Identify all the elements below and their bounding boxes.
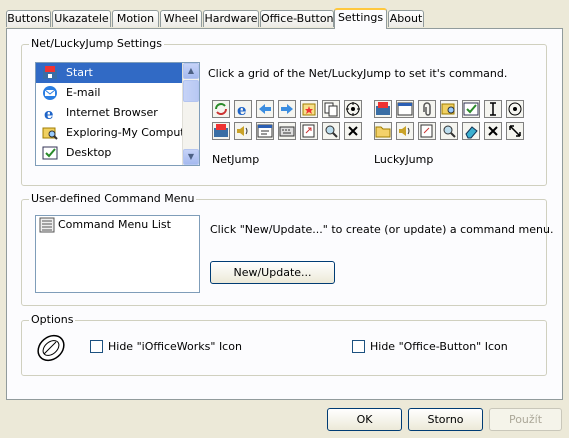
svg-text:e: e xyxy=(237,101,247,117)
paperclip-icon[interactable] xyxy=(418,100,436,118)
list-item-label: Start xyxy=(66,66,93,79)
email-icon xyxy=(42,85,58,101)
start-icon[interactable] xyxy=(374,100,392,118)
search-icon[interactable] xyxy=(322,122,340,140)
desktop-icon xyxy=(42,145,58,161)
close-icon[interactable] xyxy=(344,122,362,140)
start-icon xyxy=(42,65,58,81)
window-icon[interactable] xyxy=(396,100,414,118)
listbox-scrollbar[interactable]: ▲ ▼ xyxy=(182,63,199,165)
options-group-title: Options xyxy=(29,313,76,326)
tab-office-button[interactable]: Office-Button xyxy=(260,10,334,27)
text-cursor-icon[interactable] xyxy=(484,100,502,118)
tab-ukazatele[interactable]: Ukazatele xyxy=(52,10,111,27)
list-item-exploring[interactable]: Exploring-My Computer xyxy=(36,123,199,143)
command-menu-instruction: Click "New/Update..." to create (or upda… xyxy=(210,223,554,236)
target-icon[interactable] xyxy=(344,100,362,118)
list-item-label: Exploring-My Computer xyxy=(66,126,196,139)
netlucky-group-title: Net/LuckyJump Settings xyxy=(29,37,164,50)
list-item-label: E-mail xyxy=(66,86,101,99)
window-icon[interactable] xyxy=(256,122,274,140)
refresh-icon[interactable] xyxy=(212,100,230,118)
luckyjump-label: LuckyJump xyxy=(374,153,434,166)
luckyjump-grid xyxy=(374,100,530,144)
scroll-down-arrow-icon[interactable]: ▼ xyxy=(183,149,199,165)
checklist-icon[interactable] xyxy=(462,100,480,118)
hide-officebutton-label: Hide "Office-Button" Icon xyxy=(370,340,508,353)
ok-button[interactable]: OK xyxy=(327,408,402,431)
list-item-internet-browser[interactable]: e Internet Browser xyxy=(36,103,199,123)
document-arrow-icon[interactable] xyxy=(300,122,318,140)
resize-arrow-icon[interactable] xyxy=(506,122,524,140)
tab-settings[interactable]: Settings xyxy=(334,8,387,29)
speaker-icon[interactable] xyxy=(396,122,414,140)
scroll-up-arrow-icon[interactable]: ▲ xyxy=(183,63,199,79)
command-menu-group-title: User-defined Command Menu xyxy=(29,192,197,205)
new-update-button[interactable]: New/Update... xyxy=(210,261,335,284)
forward-arrow-icon[interactable] xyxy=(278,100,296,118)
start-icon[interactable] xyxy=(212,122,230,140)
command-listbox[interactable]: Start E-mail e Internet Browser Explorin… xyxy=(35,62,200,166)
options-group: Options Hide "iOfficeWorks" Icon Hide "O… xyxy=(21,313,547,376)
search-icon[interactable] xyxy=(440,122,458,140)
tab-hardware[interactable]: Hardware xyxy=(203,10,259,27)
apply-button[interactable]: Použít xyxy=(489,408,562,431)
command-menu-listbox[interactable]: Command Menu List xyxy=(35,215,200,293)
tab-wheel[interactable]: Wheel xyxy=(160,10,202,27)
cancel-button[interactable]: Storno xyxy=(408,408,483,431)
svg-text:e: e xyxy=(44,105,54,121)
tab-motion[interactable]: Motion xyxy=(112,10,159,27)
explorer-icon xyxy=(42,125,58,141)
tab-buttons[interactable]: Buttons xyxy=(6,10,51,27)
keyboard-icon[interactable] xyxy=(278,122,296,140)
document-arrow-icon[interactable] xyxy=(418,122,436,140)
folder-icon[interactable] xyxy=(374,122,392,140)
netjump-grid: e xyxy=(212,100,368,144)
list-item-start[interactable]: Start xyxy=(36,63,199,83)
list-item-label: Internet Browser xyxy=(66,106,158,119)
favorites-icon[interactable] xyxy=(300,100,318,118)
hide-ioffice-label: Hide "iOfficeWorks" Icon xyxy=(108,340,242,353)
copy-icon[interactable] xyxy=(322,100,340,118)
netlucky-group: Net/LuckyJump Settings Start E-mail e In… xyxy=(21,37,547,186)
command-menu-list-item[interactable]: Command Menu List xyxy=(36,216,199,234)
list-item-email[interactable]: E-mail xyxy=(36,83,199,103)
close-icon[interactable] xyxy=(484,122,502,140)
browser-icon[interactable]: e xyxy=(234,100,252,119)
mouse-logo-icon xyxy=(34,332,68,367)
explorer-icon[interactable] xyxy=(440,100,458,118)
scroll-thumb[interactable] xyxy=(183,80,199,102)
target-icon[interactable] xyxy=(506,100,524,118)
list-menu-icon xyxy=(39,217,55,239)
hide-ioffice-checkbox[interactable] xyxy=(90,340,103,353)
eraser-icon[interactable] xyxy=(462,122,480,140)
netjump-label: NetJump xyxy=(212,153,260,166)
browser-icon: e xyxy=(42,105,58,123)
netlucky-instruction: Click a grid of the Net/LuckyJump to set… xyxy=(208,67,508,80)
speaker-icon[interactable] xyxy=(234,122,252,140)
hide-officebutton-checkbox[interactable] xyxy=(352,340,365,353)
command-menu-list-label: Command Menu List xyxy=(58,218,171,231)
list-item-desktop[interactable]: Desktop xyxy=(36,143,199,163)
command-menu-group: User-defined Command Menu Command Menu L… xyxy=(21,192,553,306)
tab-about[interactable]: About xyxy=(388,10,424,27)
back-arrow-icon[interactable] xyxy=(256,100,274,118)
settings-panel: Net/LuckyJump Settings Start E-mail e In… xyxy=(6,28,563,400)
list-item-label: Desktop xyxy=(66,146,112,159)
